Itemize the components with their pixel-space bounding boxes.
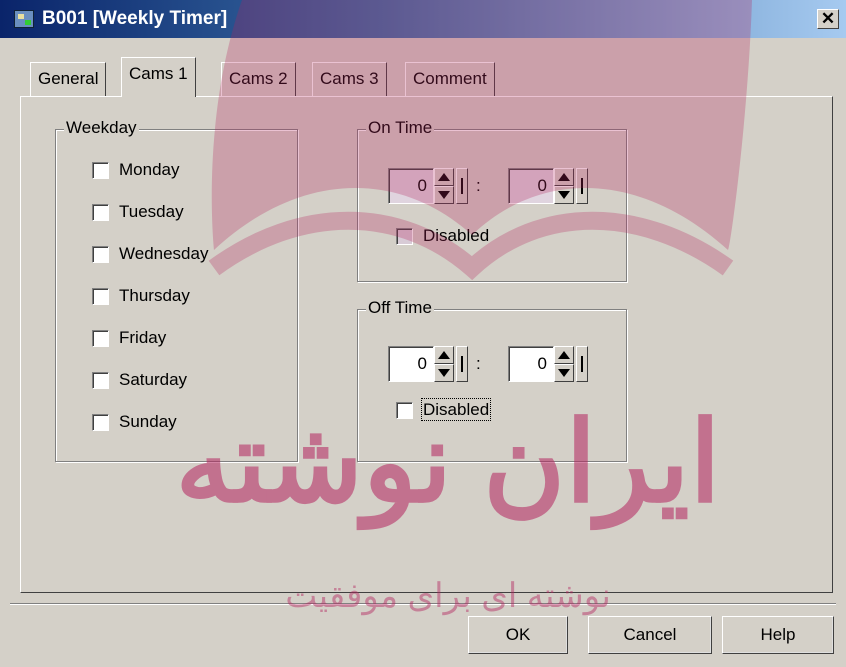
spin-up-icon[interactable] — [434, 346, 454, 364]
tab-general[interactable]: General — [30, 62, 107, 96]
tab-label: General — [38, 69, 99, 88]
off-time-disabled-checkbox[interactable]: Disabled — [396, 398, 492, 421]
time-separator: : — [476, 176, 481, 195]
tab-label: Cams 1 — [129, 64, 188, 83]
checkbox-friday[interactable]: Friday — [92, 328, 166, 348]
off-time-minutes-input[interactable]: 0 — [508, 346, 554, 382]
spin-down-icon[interactable] — [554, 364, 574, 382]
on-time-disabled-checkbox[interactable]: Disabled — [396, 226, 489, 246]
checkbox-wednesday[interactable]: Wednesday — [92, 244, 208, 264]
close-button[interactable]: ✕ — [817, 9, 839, 29]
tab-label: Comment — [413, 69, 487, 88]
on-time-legend: On Time — [366, 118, 435, 138]
checkbox-sunday[interactable]: Sunday — [92, 412, 177, 432]
app-icon — [14, 10, 34, 28]
spin-bar-icon[interactable] — [456, 346, 468, 382]
help-button[interactable]: Help — [722, 616, 834, 654]
checkbox-label: Tuesday — [119, 202, 184, 221]
button-label: Cancel — [623, 625, 677, 644]
tab-label: Cams 3 — [320, 69, 379, 88]
off-time-legend: Off Time — [366, 298, 434, 318]
close-icon: ✕ — [820, 9, 836, 28]
checkbox-label: Thursday — [119, 286, 190, 305]
on-time-group: On Time 0 : 0 Disabled — [357, 118, 627, 282]
checkbox-saturday[interactable]: Saturday — [92, 370, 187, 390]
checkbox-box[interactable] — [92, 246, 109, 264]
checkbox-thursday[interactable]: Thursday — [92, 286, 190, 306]
tab-cams-3[interactable]: Cams 3 — [312, 62, 387, 96]
checkbox-box[interactable] — [92, 288, 109, 306]
checkbox-monday[interactable]: Monday — [92, 160, 179, 180]
off-time-hours-input[interactable]: 0 — [388, 346, 434, 382]
spin-up-icon[interactable] — [434, 168, 454, 186]
time-separator: : — [476, 354, 481, 373]
spin-up-icon[interactable] — [554, 168, 574, 186]
button-label: OK — [505, 625, 531, 644]
tab-cams-1[interactable]: Cams 1 — [121, 57, 196, 97]
ok-button[interactable]: OK — [468, 616, 568, 654]
spin-up-icon[interactable] — [554, 346, 574, 364]
tab-label: Cams 2 — [229, 69, 288, 88]
checkbox-box[interactable] — [92, 414, 109, 432]
weekday-group: Weekday Monday Tuesday Wednesday Thursda… — [55, 118, 298, 462]
checkbox-box[interactable] — [92, 204, 109, 222]
spin-down-icon[interactable] — [434, 364, 454, 382]
window-title: B001 [Weekly Timer] — [42, 8, 228, 29]
checkbox-label: Sunday — [119, 412, 177, 431]
checkbox-label: Saturday — [119, 370, 188, 389]
checkbox-label: Wednesday — [119, 244, 209, 263]
spin-down-icon[interactable] — [434, 186, 454, 204]
off-time-group: Off Time 0 : 0 Disabled — [357, 298, 627, 462]
checkbox-box[interactable] — [396, 228, 413, 246]
button-label: Help — [760, 625, 796, 644]
checkbox-tuesday[interactable]: Tuesday — [92, 202, 184, 222]
spin-bar-icon[interactable] — [576, 346, 588, 382]
title-bar[interactable]: B001 [Weekly Timer] ✕ — [0, 0, 846, 38]
tab-cams-2[interactable]: Cams 2 — [221, 62, 296, 96]
spin-bar-icon[interactable] — [576, 168, 588, 204]
spin-bar-icon[interactable] — [456, 168, 468, 204]
checkbox-box[interactable] — [396, 402, 413, 420]
on-time-hours-input[interactable]: 0 — [388, 168, 434, 204]
spin-down-icon[interactable] — [554, 186, 574, 204]
checkbox-label: Disabled — [423, 226, 490, 245]
checkbox-box[interactable] — [92, 162, 109, 180]
tab-comment[interactable]: Comment — [405, 62, 495, 96]
checkbox-label: Friday — [119, 328, 167, 347]
weekday-legend: Weekday — [64, 118, 139, 138]
cancel-button[interactable]: Cancel — [588, 616, 712, 654]
button-separator — [10, 603, 836, 605]
checkbox-label: Disabled — [420, 398, 492, 421]
checkbox-box[interactable] — [92, 330, 109, 348]
on-time-minutes-input[interactable]: 0 — [508, 168, 554, 204]
checkbox-label: Monday — [119, 160, 180, 179]
checkbox-box[interactable] — [92, 372, 109, 390]
tab-panel-cams-1: Weekday Monday Tuesday Wednesday Thursda… — [20, 96, 833, 593]
